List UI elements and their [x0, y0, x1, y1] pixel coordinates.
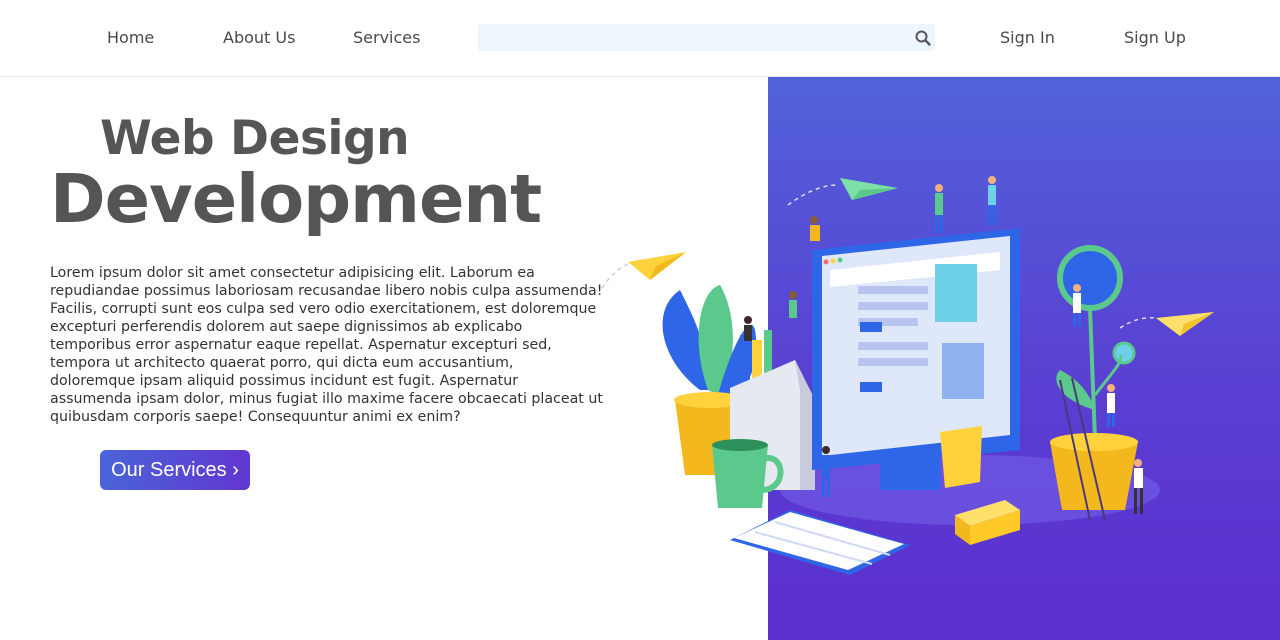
potted-plant-right [1050, 245, 1138, 521]
search-icon[interactable] [914, 29, 932, 47]
sign-in-link[interactable]: Sign In [1000, 28, 1055, 47]
search-input[interactable] [478, 24, 903, 51]
nav-link-home[interactable]: Home [107, 28, 154, 47]
sticky-note [940, 426, 982, 488]
computer-monitor [812, 228, 1020, 490]
sign-up-link[interactable]: Sign Up [1124, 28, 1186, 47]
hero-title-line-1: Web Design [100, 111, 410, 166]
hero-title-line-2: Development [50, 160, 542, 238]
nav-link-about-us[interactable]: About Us [223, 28, 295, 47]
search-bar [478, 24, 935, 51]
paper-plane-icon [1156, 312, 1214, 336]
our-services-button[interactable]: Our Services › [100, 450, 250, 490]
top-navigation: Home About Us Services Sign In Sign Up [0, 0, 1280, 77]
paper-plane-icon [628, 252, 686, 280]
web-development-illustration [601, 176, 1214, 575]
paper-plane-icon [840, 178, 898, 200]
nav-link-services[interactable]: Services [353, 28, 420, 47]
hero-description: Lorem ipsum dolor sit amet consectetur a… [50, 265, 603, 425]
